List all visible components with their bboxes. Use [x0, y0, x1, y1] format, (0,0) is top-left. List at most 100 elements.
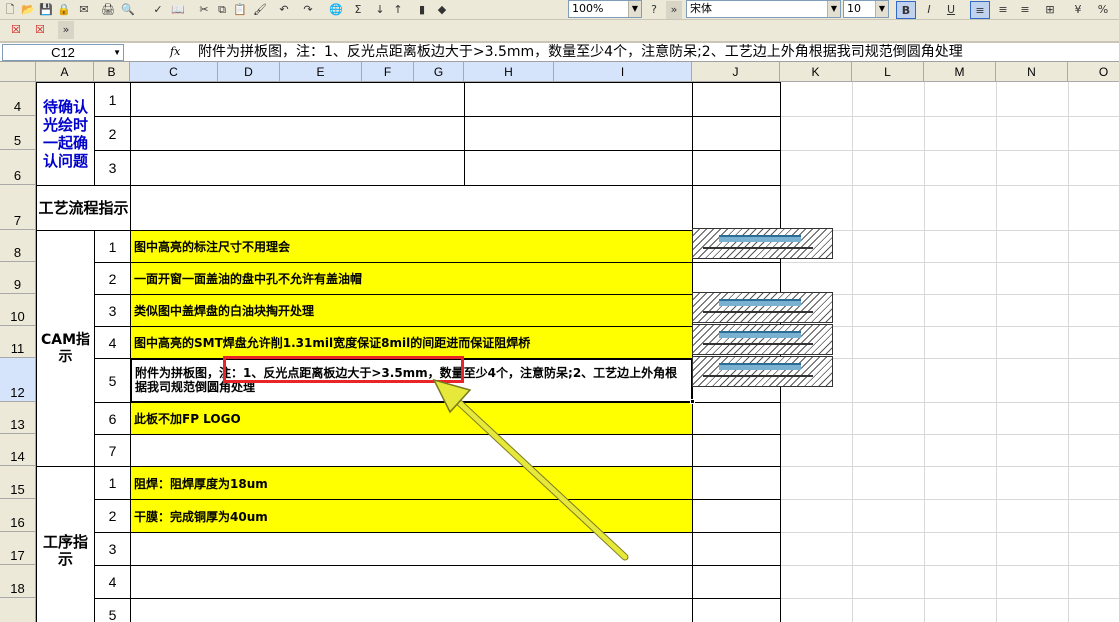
confirm-answer-cell[interactable]: [464, 116, 693, 151]
row-header-7[interactable]: 7: [0, 185, 36, 230]
toolbar-options-icon[interactable]: »: [58, 21, 74, 39]
j-cell[interactable]: [692, 185, 781, 231]
confirm-answer-cell[interactable]: [464, 150, 693, 186]
section-cam-label[interactable]: CAM指示: [36, 230, 95, 467]
j-cell[interactable]: [692, 150, 781, 186]
align-left-icon[interactable]: ≡: [970, 1, 990, 19]
confirm-item-cell[interactable]: [130, 116, 465, 151]
procedure-item-number[interactable]: 4: [94, 565, 131, 599]
select-all-corner[interactable]: [0, 62, 36, 82]
cam-item-text[interactable]: 一面开窗一面盖油的盘中孔不允许有盖油帽: [130, 262, 693, 295]
j-cell[interactable]: [692, 532, 781, 566]
j-cell[interactable]: [692, 499, 781, 533]
row-header-18[interactable]: 18: [0, 565, 36, 598]
procedure-item-number[interactable]: 3: [94, 532, 131, 566]
cam-item-text[interactable]: 类似图中盖焊盘的白油块掏开处理: [130, 294, 693, 327]
sort-desc-icon[interactable]: ↑: [390, 1, 406, 19]
col-header-b[interactable]: B: [94, 62, 130, 82]
align-right-icon[interactable]: ≡: [1016, 1, 1034, 19]
bold-button[interactable]: B: [896, 1, 916, 19]
col-header-c[interactable]: C: [130, 62, 218, 82]
col-header-d[interactable]: D: [218, 62, 280, 82]
help-icon[interactable]: ?: [646, 1, 662, 19]
row-header-12[interactable]: 12: [0, 358, 36, 402]
section-process-flow-label[interactable]: 工艺流程指示: [36, 185, 131, 231]
email-icon[interactable]: ✉: [76, 1, 92, 19]
print-icon[interactable]: 🖨: [100, 1, 116, 19]
col-header-a[interactable]: A: [36, 62, 94, 82]
chart-wizard-icon[interactable]: ▮: [414, 1, 430, 19]
row-header-11[interactable]: 11: [0, 326, 36, 358]
col-header-o[interactable]: O: [1068, 62, 1119, 82]
j-cell[interactable]: [692, 262, 781, 295]
underline-button[interactable]: U: [942, 1, 960, 19]
j-cell[interactable]: [692, 402, 781, 435]
paste-icon[interactable]: 📋: [232, 1, 248, 19]
col-header-e[interactable]: E: [280, 62, 362, 82]
percent-button[interactable]: %: [1094, 1, 1112, 19]
spelling-icon[interactable]: ✓: [150, 1, 166, 19]
row-header-16[interactable]: 16: [0, 499, 36, 532]
drawing-icon[interactable]: ◆: [434, 1, 450, 19]
cut-icon[interactable]: ✂: [196, 1, 212, 19]
col-header-h[interactable]: H: [464, 62, 554, 82]
procedure-item-text[interactable]: [130, 598, 693, 622]
col-header-l[interactable]: L: [852, 62, 924, 82]
print-preview-icon[interactable]: 🔍: [120, 1, 136, 19]
research-icon[interactable]: 📖: [170, 1, 186, 19]
cam-item-number[interactable]: 7: [94, 434, 131, 467]
col-header-i[interactable]: I: [554, 62, 692, 82]
row-header-14[interactable]: 14: [0, 434, 36, 466]
j-cell[interactable]: [692, 598, 781, 622]
j-cell[interactable]: [692, 466, 781, 500]
col-header-m[interactable]: M: [924, 62, 996, 82]
row-header-10[interactable]: 10: [0, 294, 36, 326]
row-header-19[interactable]: [0, 598, 36, 622]
attachment-image-thumbnail[interactable]: [692, 356, 833, 387]
save-icon[interactable]: 💾: [38, 1, 54, 19]
confirm-item-number[interactable]: 3: [94, 150, 131, 186]
section-confirm-label[interactable]: 待确认光绘时一起确认问题: [36, 82, 95, 186]
cam-item-text[interactable]: 图中高亮的SMT焊盘允许削1.31mil宽度保证8mil的间距进而保证阻焊桥: [130, 326, 693, 359]
row-header-15[interactable]: 15: [0, 466, 36, 499]
col-header-f[interactable]: F: [362, 62, 414, 82]
confirm-item-cell[interactable]: [130, 82, 465, 117]
merge-center-icon[interactable]: ⊞: [1040, 1, 1060, 19]
j-cell[interactable]: [692, 434, 781, 467]
copy-icon[interactable]: ⧉: [214, 1, 230, 19]
autosum-button[interactable]: Σ: [350, 1, 366, 19]
col-header-j[interactable]: J: [692, 62, 780, 82]
j-cell[interactable]: [692, 82, 781, 117]
procedure-item-number[interactable]: 1: [94, 466, 131, 500]
redo-icon[interactable]: ↷: [300, 1, 316, 19]
cam-item-number[interactable]: 2: [94, 262, 131, 295]
procedure-item-number[interactable]: 5: [94, 598, 131, 622]
italic-button[interactable]: I: [920, 1, 938, 19]
row-header-17[interactable]: 17: [0, 532, 36, 565]
permission-icon[interactable]: 🔒: [56, 1, 72, 19]
cam-item-number[interactable]: 3: [94, 294, 131, 327]
open-icon[interactable]: 📂: [20, 1, 36, 19]
pdf-email-icon[interactable]: ⮽: [32, 21, 48, 39]
process-flow-cell[interactable]: [130, 185, 693, 231]
row-header-4[interactable]: 4: [0, 82, 36, 116]
pdf-convert-icon[interactable]: ⮽: [8, 21, 24, 39]
col-header-k[interactable]: K: [780, 62, 852, 82]
align-center-icon[interactable]: ≡: [994, 1, 1012, 19]
j-cell[interactable]: [692, 565, 781, 599]
format-painter-icon[interactable]: 🖌: [252, 1, 268, 19]
cam-item-number[interactable]: 5: [94, 358, 131, 403]
procedure-item-number[interactable]: 2: [94, 499, 131, 533]
section-procedure-label[interactable]: 工序指示: [36, 466, 95, 622]
confirm-answer-cell[interactable]: [464, 82, 693, 117]
confirm-item-number[interactable]: 2: [94, 116, 131, 151]
font-size-select[interactable]: 10 ▼: [843, 0, 889, 18]
fx-icon[interactable]: fx: [170, 45, 180, 58]
attachment-image-thumbnail[interactable]: [692, 324, 833, 355]
fill-handle[interactable]: [690, 399, 695, 404]
new-icon[interactable]: 🗋: [2, 1, 18, 19]
name-box[interactable]: C12 ▼: [2, 44, 124, 61]
row-header-9[interactable]: 9: [0, 262, 36, 294]
cam-item-number[interactable]: 4: [94, 326, 131, 359]
col-header-g[interactable]: G: [414, 62, 464, 82]
